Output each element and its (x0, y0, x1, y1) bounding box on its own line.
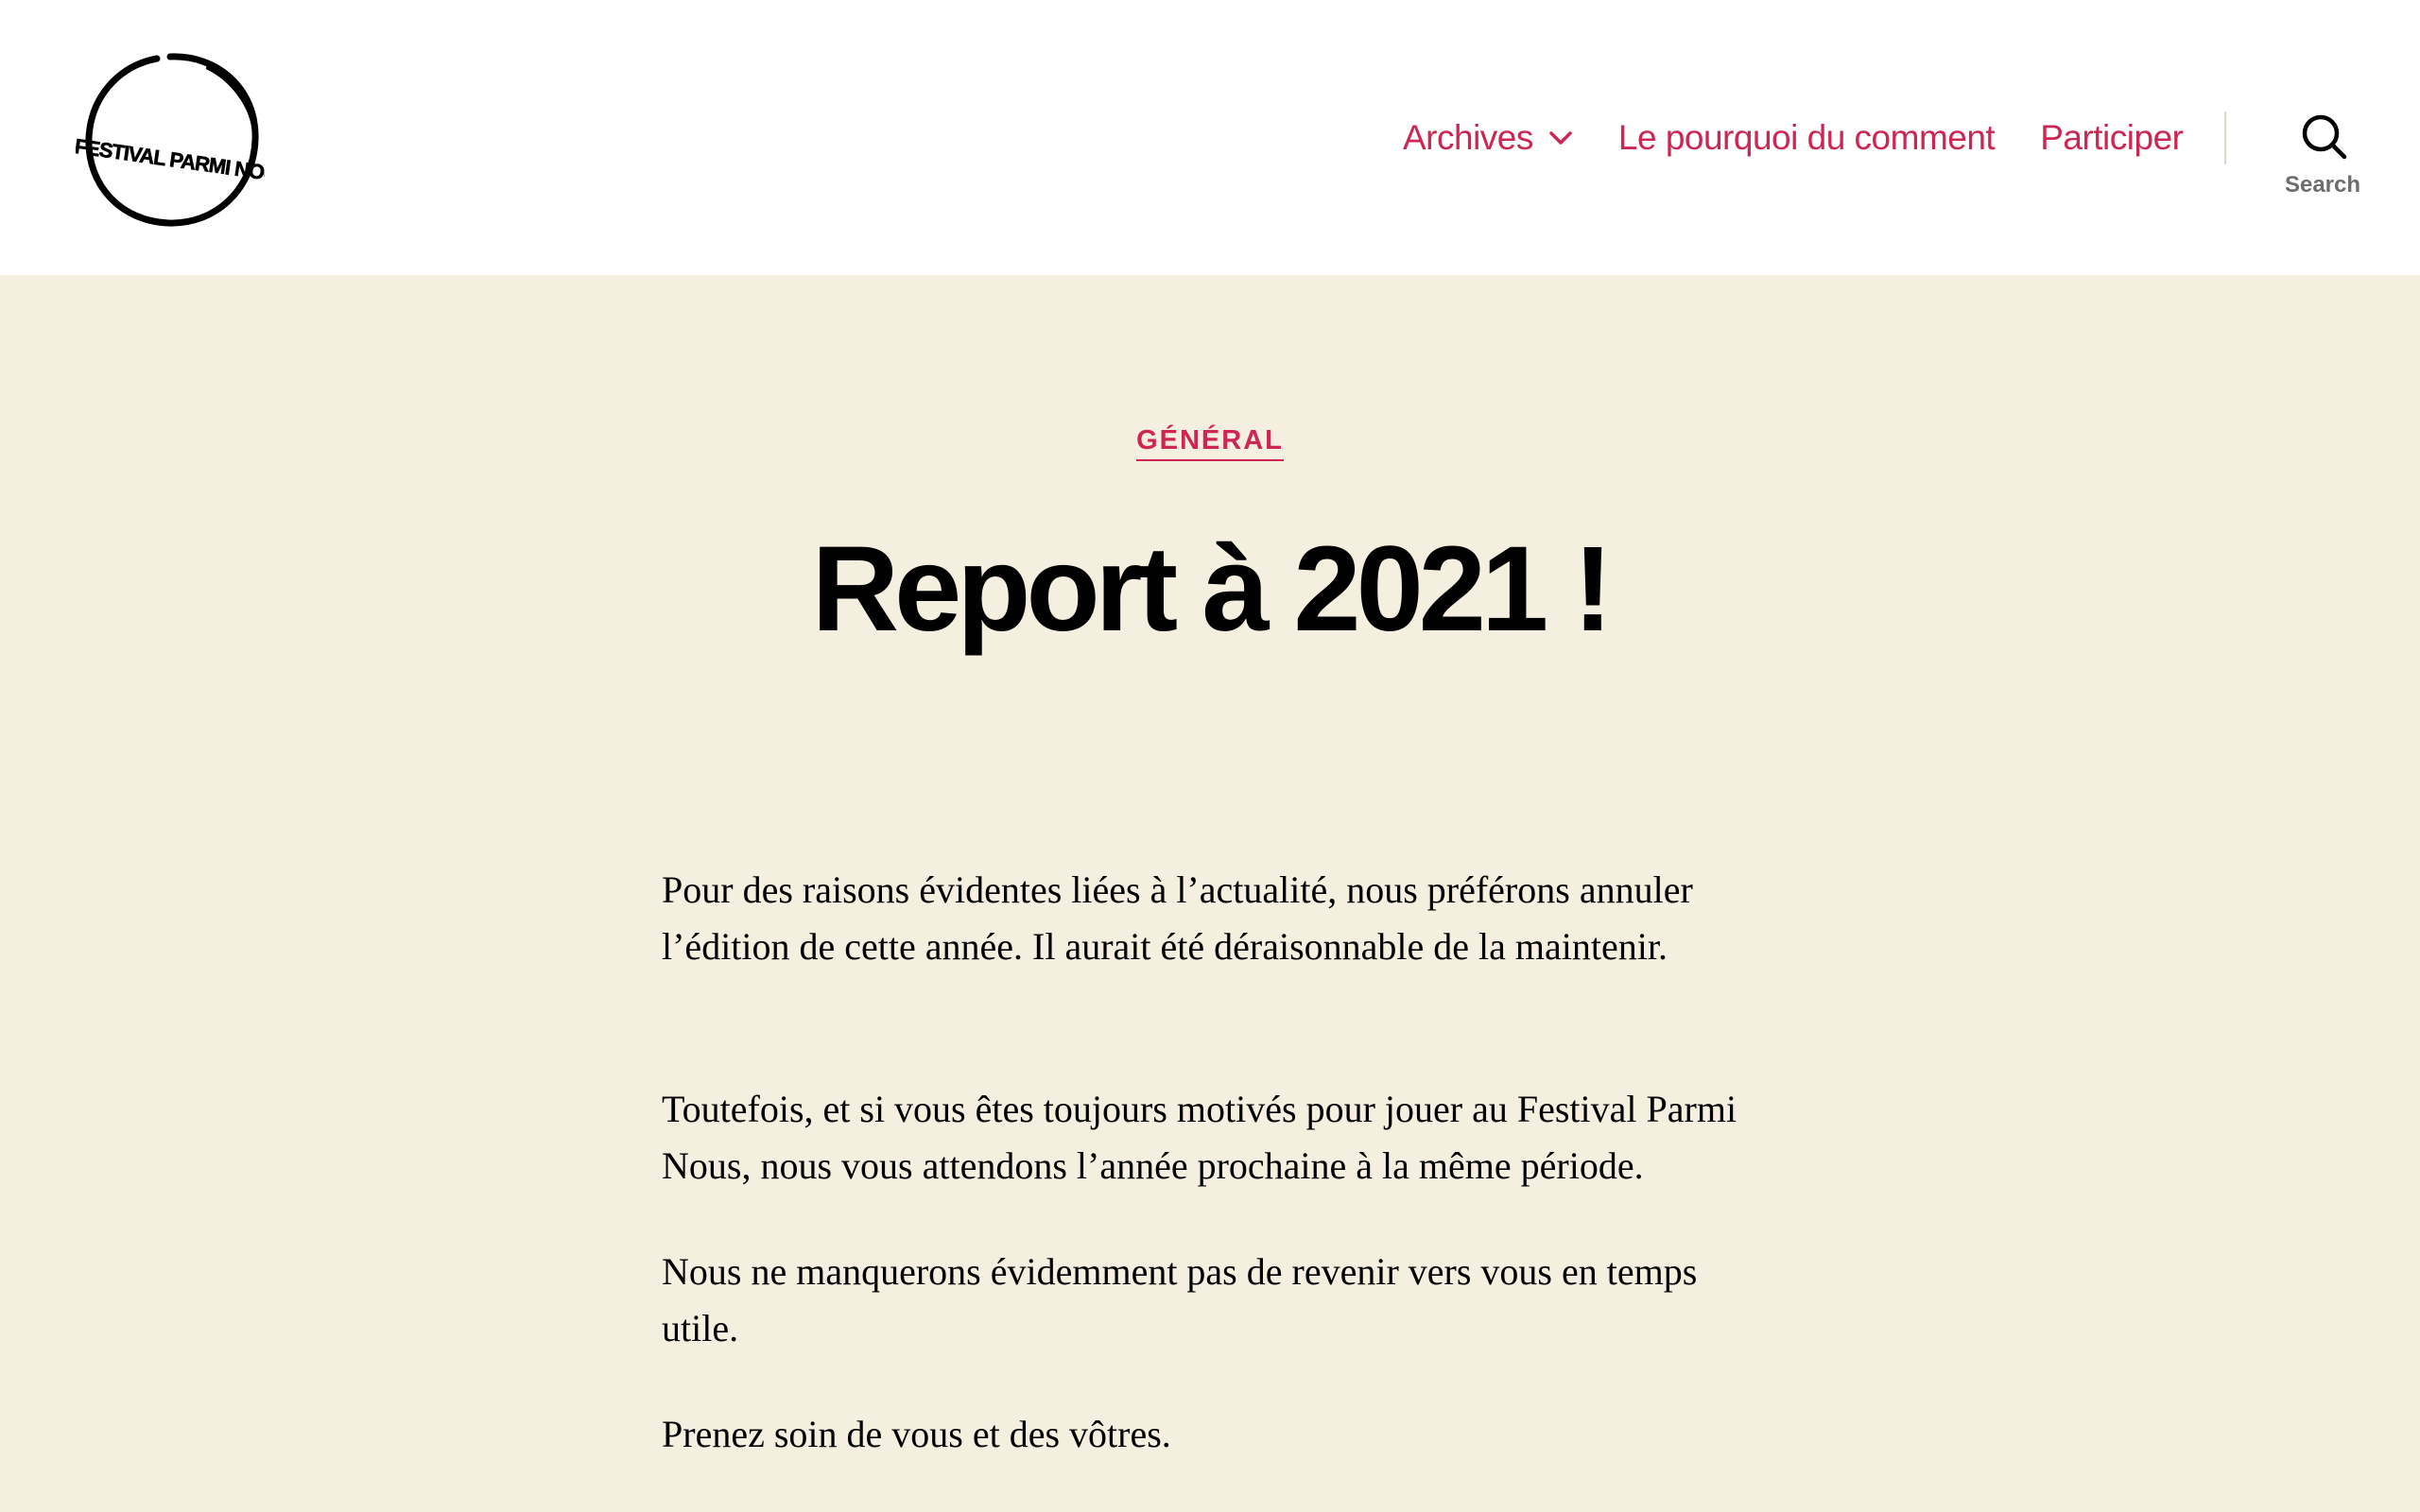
primary-nav: Archives Le pourquoi du comment Particip… (1403, 115, 2184, 161)
nav-item-participer[interactable]: Participer (2040, 115, 2184, 161)
post-paragraph: Nous ne manquerons évidemment pas de rev… (662, 1250, 1698, 1349)
post-category: GÉNÉRAL (0, 425, 2420, 461)
post-paragraph: Prenez soin de vous et des vôtres. (662, 1413, 1171, 1455)
nav-item-archives[interactable]: Archives (1403, 115, 1573, 161)
post-content: Pour des raisons évidentes liées à l’act… (662, 862, 1768, 1463)
header-divider (2224, 112, 2226, 164)
chevron-down-icon[interactable] (1548, 129, 1573, 147)
nav-item-label[interactable]: Participer (2040, 115, 2184, 161)
search-label[interactable]: Search (2269, 172, 2377, 198)
logo-circle-icon: FESTIVAL PARMI NOUS (73, 53, 293, 227)
site-header: FESTIVAL PARMI NOUS Archives Le pourquoi… (0, 0, 2420, 275)
category-link[interactable]: GÉNÉRAL (1136, 425, 1284, 461)
nav-item-label[interactable]: Archives (1403, 115, 1533, 161)
nav-item-le-pourquoi-du-comment[interactable]: Le pourquoi du comment (1618, 115, 1996, 161)
search-toggle-button[interactable]: Search (2269, 112, 2377, 206)
post-paragraph: Toutefois, et si vous êtes toujours moti… (662, 1088, 1737, 1187)
post-paragraph: Pour des raisons évidentes liées à l’act… (662, 868, 1693, 968)
page-title: Report à 2021 ! (811, 522, 1614, 657)
nav-item-label[interactable]: Le pourquoi du comment (1618, 115, 1996, 161)
logo-text-graphic: FESTIVAL PARMI NOUS (76, 134, 265, 188)
site-logo[interactable]: FESTIVAL PARMI NOUS (73, 51, 293, 227)
search-icon[interactable] (2301, 113, 2348, 161)
